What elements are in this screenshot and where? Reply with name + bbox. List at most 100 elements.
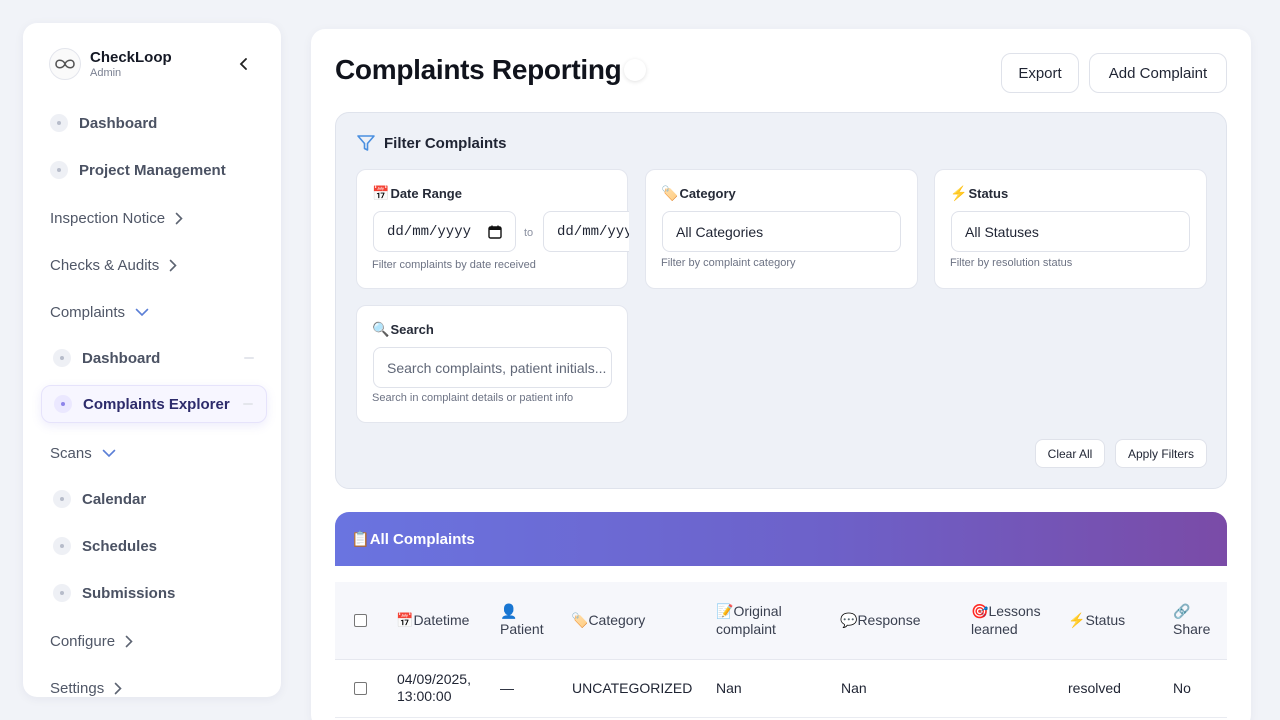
sidebar-item-label: Project Management <box>79 161 226 179</box>
dot-icon <box>54 395 72 413</box>
date-to-input[interactable]: dd/mm/yyyy <box>543 211 629 252</box>
calendar-picker-icon <box>488 225 502 239</box>
tag-icon: 🏷️ <box>661 185 679 201</box>
sidebar-item-label: Dashboard <box>79 114 158 132</box>
cell-response: Nan <box>841 680 867 696</box>
sidebar-section-scans[interactable]: Scans <box>50 441 116 465</box>
cell-patient: — <box>500 680 514 696</box>
sidebar-item-schedules[interactable]: Schedules <box>41 527 267 565</box>
chevron-down-icon <box>135 308 149 317</box>
sidebar-item-calendar[interactable]: Calendar <box>41 480 267 518</box>
main-panel: Complaints Reporting Export Add Complain… <box>311 29 1251 720</box>
sidebar-item-project-management[interactable]: Project Management <box>41 151 267 189</box>
chevron-down-icon <box>102 449 116 458</box>
sidebar-item-label: Scans <box>50 444 92 462</box>
brand-logo-icon <box>49 48 81 80</box>
column-header-share[interactable]: 🔗 Share <box>1173 602 1210 638</box>
column-header-datetime[interactable]: 📅 Datetime <box>396 611 469 629</box>
divider <box>243 403 253 405</box>
filter-panel: Filter Complaints 📅 Date Range dd/mm/yyy… <box>335 112 1227 489</box>
sidebar-item-label: Configure <box>50 632 116 650</box>
search-input[interactable]: Search complaints, patient initials... <box>373 347 612 388</box>
row-checkbox[interactable] <box>354 682 367 695</box>
table-row[interactable]: 04/09/2025, 13:00:00 — UNCATEGORIZED Nan… <box>335 660 1227 718</box>
column-header-original-complaint[interactable]: 📝Original complaint <box>716 602 806 638</box>
date-to-separator: to <box>524 227 534 239</box>
dot-icon <box>53 490 71 508</box>
search-icon: 🔍 <box>372 321 390 337</box>
filter-header: Filter Complaints <box>356 134 507 153</box>
brand[interactable]: CheckLoop Admin <box>49 48 172 80</box>
sidebar-item-complaints-dashboard[interactable]: Dashboard <box>41 339 267 377</box>
lightning-icon: ⚡ <box>950 185 968 201</box>
status-card: ⚡ Status All Statuses Filter by resoluti… <box>934 169 1207 289</box>
sidebar-item-label: Dashboard <box>82 349 161 367</box>
sidebar-item-label: Complaints <box>50 303 126 321</box>
search-label: 🔍 Search <box>372 321 434 337</box>
cell-status: resolved <box>1068 680 1121 696</box>
dot-icon <box>53 349 71 367</box>
brand-role: Admin <box>90 66 122 79</box>
loading-spinner-icon <box>624 59 646 81</box>
sidebar-item-label: Complaints Explorer <box>83 395 230 413</box>
dot-icon <box>53 584 71 602</box>
status-label: ⚡ Status <box>950 185 1009 201</box>
sidebar-item-label: Settings <box>50 679 105 697</box>
search-card: 🔍 Search Search complaints, patient init… <box>356 305 628 423</box>
column-header-category[interactable]: 🏷️ Category <box>571 611 645 629</box>
filter-icon <box>357 135 375 151</box>
sidebar-item-dashboard[interactable]: Dashboard <box>41 104 267 142</box>
search-help: Search in complaint details or patient i… <box>372 392 574 404</box>
dot-icon <box>50 161 68 179</box>
date-range-help: Filter complaints by date received <box>372 259 536 271</box>
dot-icon <box>53 537 71 555</box>
sidebar-section-inspection-notice[interactable]: Inspection Notice <box>50 206 183 230</box>
calendar-icon: 📅 <box>372 185 390 201</box>
chevron-right-icon <box>175 212 183 225</box>
sidebar: CheckLoop Admin Dashboard Project Manage… <box>23 23 281 697</box>
column-header-response[interactable]: 💬 Response <box>840 611 920 629</box>
sidebar-item-label: Checks & Audits <box>50 256 160 274</box>
divider <box>244 357 254 359</box>
add-complaint-button[interactable]: Add Complaint <box>1089 53 1227 93</box>
sidebar-item-submissions[interactable]: Submissions <box>41 574 267 612</box>
category-label: 🏷️ Category <box>661 185 736 201</box>
sidebar-item-label: Schedules <box>82 537 158 555</box>
sidebar-item-label: Submissions <box>82 584 176 602</box>
date-range-card: 📅 Date Range dd/mm/yyyy to dd/mm/yyyy Fi… <box>356 169 629 289</box>
date-from-input[interactable]: dd/mm/yyyy <box>373 211 516 252</box>
sidebar-section-checks-audits[interactable]: Checks & Audits <box>50 253 177 277</box>
collapse-sidebar-button[interactable] <box>235 55 253 73</box>
date-range-label: 📅 Date Range <box>372 185 462 201</box>
chevron-left-icon <box>239 58 247 70</box>
clipboard-icon: 📋 <box>351 531 370 548</box>
category-card: 🏷️ Category All Categories Filter by com… <box>645 169 918 289</box>
sidebar-section-settings[interactable]: Settings <box>50 676 122 697</box>
clear-all-button[interactable]: Clear All <box>1035 439 1105 468</box>
chevron-right-icon <box>125 635 133 648</box>
category-select[interactable]: All Categories <box>662 211 901 252</box>
table-header-row: 📅 Datetime 👤 Patient 🏷️ Category 📝Original … <box>335 582 1227 660</box>
category-help: Filter by complaint category <box>661 257 796 269</box>
chevron-right-icon <box>114 682 122 695</box>
dot-icon <box>50 114 68 132</box>
column-header-lessons-learned[interactable]: 🎯Lessons learned <box>971 602 1051 638</box>
sidebar-item-complaints-explorer[interactable]: Complaints Explorer <box>41 385 267 423</box>
export-button[interactable]: Export <box>1001 53 1079 93</box>
table-title-bar: 📋 All Complaints <box>335 512 1227 566</box>
status-select[interactable]: All Statuses <box>951 211 1190 252</box>
cell-original-complaint: Nan <box>716 680 742 696</box>
sidebar-section-complaints[interactable]: Complaints <box>50 300 149 324</box>
status-help: Filter by resolution status <box>950 257 1073 269</box>
brand-name: CheckLoop <box>90 48 172 66</box>
table-title: 📋 All Complaints <box>351 530 475 549</box>
sidebar-item-label: Calendar <box>82 490 147 508</box>
cell-share: No <box>1173 680 1191 696</box>
column-header-status[interactable]: ⚡ Status <box>1068 611 1125 629</box>
select-all-checkbox[interactable] <box>354 614 367 627</box>
filter-title: Filter Complaints <box>384 135 507 152</box>
apply-filters-button[interactable]: Apply Filters <box>1115 439 1207 468</box>
sidebar-section-configure[interactable]: Configure <box>50 629 133 653</box>
page-title: Complaints Reporting <box>335 54 622 85</box>
column-header-patient[interactable]: 👤 Patient <box>500 602 544 638</box>
